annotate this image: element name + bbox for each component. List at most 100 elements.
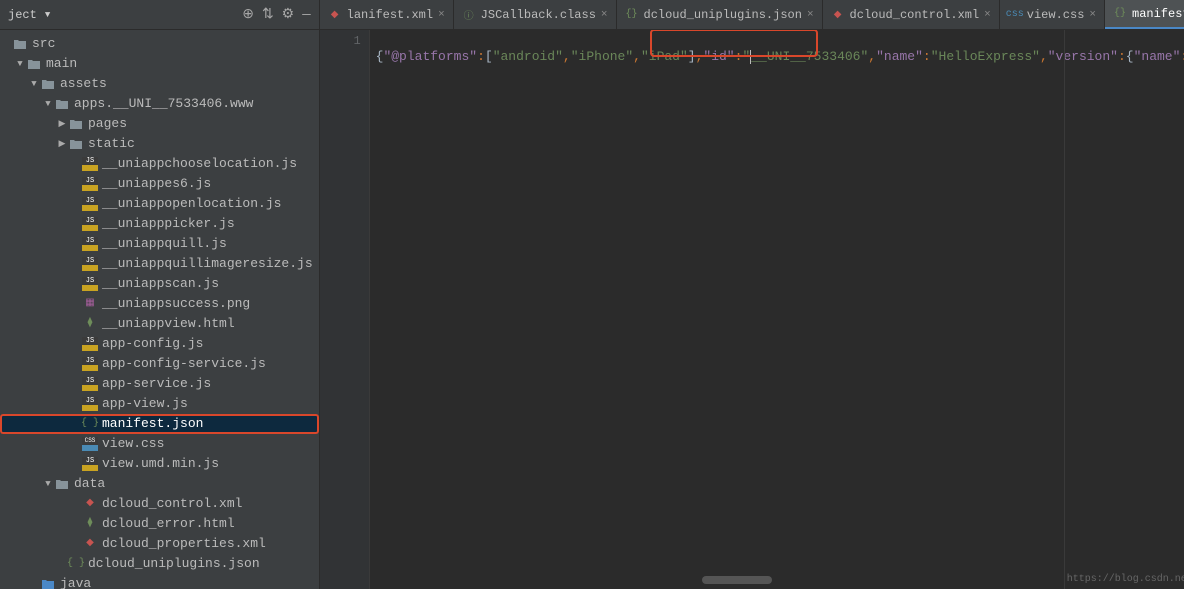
tree-arrow-icon[interactable]: ▼ [28, 74, 40, 94]
tree-item-label: dcloud_error.html [102, 514, 235, 534]
tree-item[interactable]: ⧫dcloud_error.html [0, 514, 319, 534]
xml-file-icon: ◆ [831, 8, 845, 22]
tree-item[interactable]: JS__uniappquillimageresize.js [0, 254, 319, 274]
close-icon[interactable]: × [984, 9, 991, 21]
folder-icon [68, 116, 84, 132]
key-name: "name" [876, 49, 923, 64]
tab-label: dcloud_uniplugins.json [644, 8, 802, 22]
js-file-icon: JS [82, 177, 98, 191]
json-file-icon: { } [82, 416, 98, 432]
tree-arrow-icon[interactable]: ▶ [56, 114, 68, 134]
tree-arrow-icon[interactable]: ▶ [56, 134, 68, 154]
js-file-icon: JS [82, 357, 98, 371]
editor-tab[interactable]: cssview.css× [1000, 0, 1105, 29]
tree-item[interactable]: JSapp-config-service.js [0, 354, 319, 374]
tree-item-label: assets [60, 74, 107, 94]
tree-item[interactable]: JSapp-config.js [0, 334, 319, 354]
editor-tabs: ◆lanifest.xml×ⓘJSCallback.class×{}dcloud… [320, 0, 1184, 30]
close-icon[interactable]: × [601, 9, 608, 21]
html-file-icon: ⧫ [82, 516, 98, 532]
tree-item[interactable]: CSSview.css [0, 434, 319, 454]
tree-item-label: static [88, 134, 135, 154]
json-file-icon: { } [68, 556, 84, 572]
html-file-icon: ⧫ [82, 316, 98, 332]
scrollbar-thumb[interactable] [702, 576, 772, 584]
colon: : [923, 49, 931, 64]
tree-item[interactable]: JSapp-view.js [0, 394, 319, 414]
tree-item-label: __uniapppicker.js [102, 214, 235, 234]
tree-item[interactable]: ◆dcloud_properties.xml [0, 534, 319, 554]
tree-item[interactable]: JS__uniappchooselocation.js [0, 154, 319, 174]
tree-arrow-icon[interactable]: ▼ [42, 474, 54, 494]
tree-arrow-icon[interactable]: ▼ [14, 54, 26, 74]
tree-item[interactable]: ▶ static [0, 134, 319, 154]
editor-tab[interactable]: {}manifest.json× [1105, 0, 1184, 29]
editor-tab[interactable]: {}dcloud_uniplugins.json× [617, 0, 823, 29]
comma: , [1040, 49, 1048, 64]
line-number: 1 [320, 34, 361, 48]
editor-tab[interactable]: ◆lanifest.xml× [320, 0, 454, 29]
js-file-icon: JS [82, 157, 98, 171]
tree-item[interactable]: ▼main [0, 54, 319, 74]
editor-main: ◆lanifest.xml×ⓘJSCallback.class×{}dcloud… [320, 0, 1184, 589]
tree-item[interactable]: ▼ assets [0, 74, 319, 94]
val-iphone: "iPhone" [571, 49, 633, 64]
tree-item-label: dcloud_properties.xml [102, 534, 266, 554]
tree-arrow-icon[interactable]: ▼ [42, 94, 54, 114]
colon: : [1118, 49, 1126, 64]
tree-item[interactable]: ◆dcloud_control.xml [0, 494, 319, 514]
tree-item-label: src [32, 34, 55, 54]
obj-open: { [1126, 49, 1134, 64]
xml-file-icon: ◆ [328, 8, 342, 22]
key-vname: "name" [1134, 49, 1181, 64]
folder-icon [54, 476, 70, 492]
tree-item[interactable]: java [0, 574, 319, 589]
tree-item[interactable]: JSapp-service.js [0, 374, 319, 394]
tree-item[interactable]: JSview.umd.min.js [0, 454, 319, 474]
project-label[interactable]: ject [8, 8, 37, 22]
tree-item[interactable]: JS__uniappscan.js [0, 274, 319, 294]
tree-item[interactable]: JS__uniappes6.js [0, 174, 319, 194]
tree-item-label: dcloud_uniplugins.json [88, 554, 260, 574]
js-file-icon: JS [82, 197, 98, 211]
array-open: [ [485, 49, 493, 64]
close-icon[interactable]: × [438, 9, 445, 21]
tree-item-label: pages [88, 114, 127, 134]
tree-item[interactable]: ▼data [0, 474, 319, 494]
tree-item[interactable]: JS__uniappquill.js [0, 234, 319, 254]
editor-area: 1 {"@platforms":["android","iPhone","iPa… [320, 30, 1184, 589]
tree-item-label: __uniappsuccess.png [102, 294, 250, 314]
editor-tab[interactable]: ⓘJSCallback.class× [454, 0, 617, 29]
tree-item-label: apps.__UNI__7533406.www [74, 94, 253, 114]
dropdown-arrow-icon[interactable]: ▼ [45, 10, 50, 20]
tree-item[interactable]: JS__uniappopenlocation.js [0, 194, 319, 214]
target-icon[interactable]: ⊕ [242, 6, 254, 23]
tree-item[interactable]: ⧫__uniappview.html [0, 314, 319, 334]
tree-item[interactable]: src [0, 34, 319, 54]
project-tree[interactable]: src▼main▼assets▼apps.__UNI__7533406.www▶… [0, 30, 319, 589]
tree-item[interactable]: ▶ pages [0, 114, 319, 134]
tab-label: JSCallback.class [481, 8, 596, 22]
collapse-icon[interactable]: — [302, 7, 310, 23]
close-icon[interactable]: × [1089, 9, 1096, 21]
tree-item[interactable]: ▦__uniappsuccess.png [0, 294, 319, 314]
js-file-icon: JS [82, 257, 98, 271]
tree-item-label: app-service.js [102, 374, 211, 394]
close-icon[interactable]: × [807, 9, 814, 21]
tree-item-label: __uniappquill.js [102, 234, 227, 254]
code-content[interactable]: {"@platforms":["android","iPhone","iPad"… [370, 30, 1184, 589]
tree-item[interactable]: JS__uniapppicker.js [0, 214, 319, 234]
val-android: "android" [493, 49, 563, 64]
tree-item[interactable]: { }dcloud_uniplugins.json [0, 554, 319, 574]
val-name: "HelloExpress" [931, 49, 1040, 64]
colon: : [1180, 49, 1184, 64]
editor-tab[interactable]: ◆ dcloud_control.xml × [823, 0, 1000, 29]
json-file-icon: {} [1113, 7, 1127, 21]
tab-label: view.css [1027, 8, 1085, 22]
highlight-box [650, 30, 818, 57]
tree-item-label: __uniappview.html [102, 314, 235, 334]
tab-label: dcloud_control.xml [850, 8, 980, 22]
tree-item[interactable]: { }manifest.json [0, 414, 319, 434]
gear-icon[interactable]: ⚙ [282, 6, 295, 23]
tree-item[interactable]: ▼ apps.__UNI__7533406.www [0, 94, 319, 114]
